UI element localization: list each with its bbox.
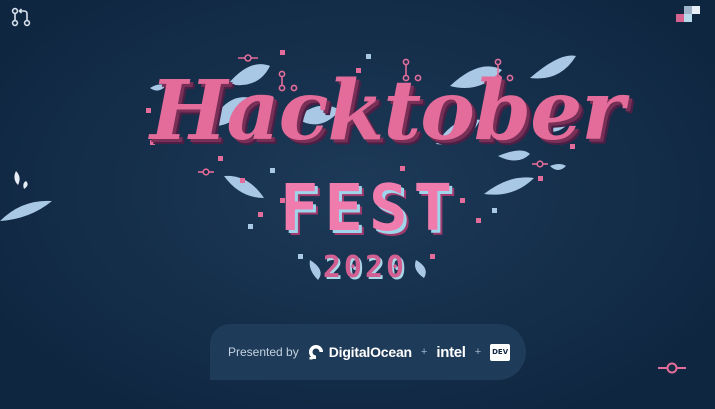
separator-plus: + xyxy=(474,346,482,358)
git-pull-request-icon xyxy=(11,7,31,27)
separator-plus: + xyxy=(420,346,428,358)
year-title: 2020 xyxy=(322,250,408,285)
presented-by-label: Presented by xyxy=(228,345,299,359)
digitalocean-sponsor-link[interactable]: DigitalOcean xyxy=(329,344,412,360)
digitalocean-logo-icon[interactable] xyxy=(307,343,325,361)
fest-title: FEST xyxy=(279,172,459,246)
pixel-squares-icon xyxy=(676,6,700,22)
hacktober-title: Hacktober xyxy=(150,63,625,159)
intel-sponsor-link[interactable]: intel xyxy=(436,344,466,361)
leaf-decoration-icon xyxy=(0,171,52,221)
dev-sponsor-link[interactable]: DEV xyxy=(490,343,511,361)
sponsor-bar: Presented by DigitalOcean + intel + DEV xyxy=(210,324,526,380)
git-commit-node-icon xyxy=(658,362,686,374)
